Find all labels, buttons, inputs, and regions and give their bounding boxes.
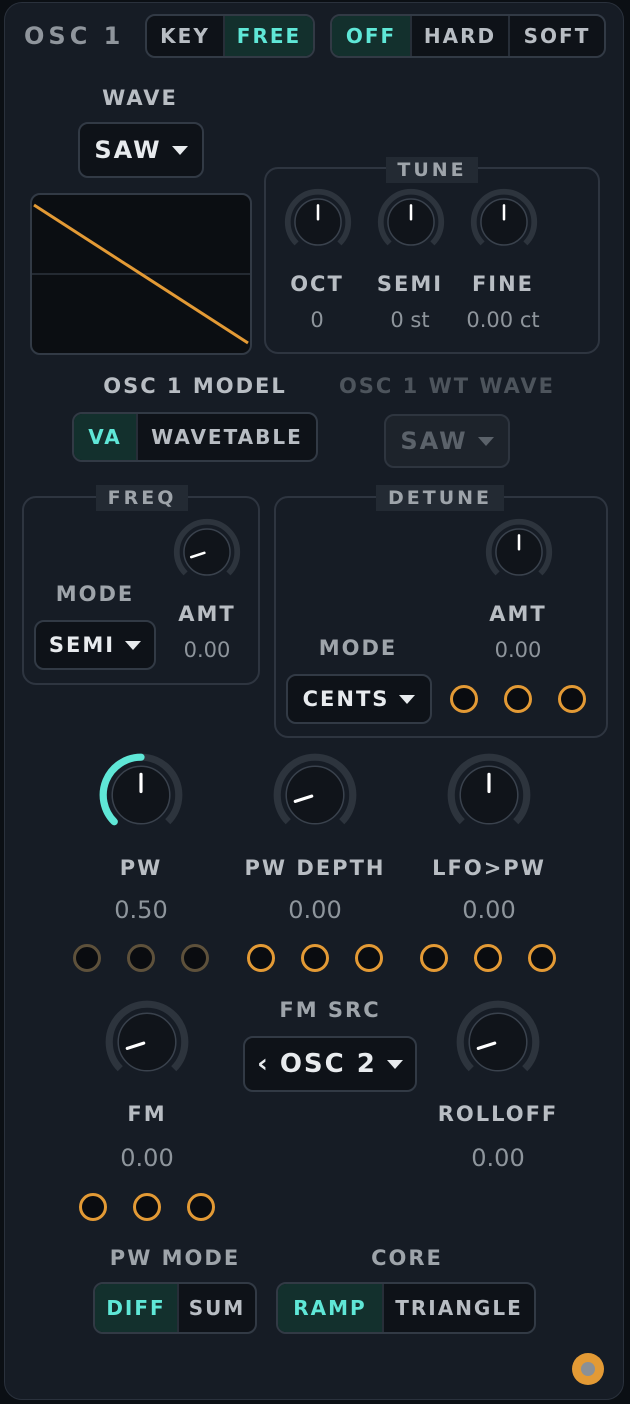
sync-off[interactable]: OFF [332,16,410,56]
chevron-down-icon [477,436,494,446]
pw-mode-label: PW MODE [109,1246,241,1270]
tune-title: TUNE [386,157,478,183]
key-mode-toggle: KEY FREE [145,14,315,58]
detune-amt-value: 0.00 [494,638,542,662]
pw-mode-toggle: DIFF SUM [93,1282,257,1334]
core-label: CORE [371,1246,443,1270]
osc-title: OSC 1 [24,22,125,50]
pw-depth-label: PW DEPTH [244,856,386,880]
sync-toggle: OFF HARD SOFT [330,14,606,58]
saw-waveform-graphic [32,203,250,345]
detune-mode-label: MODE [318,636,398,660]
pw-mod-port-1[interactable] [73,944,101,972]
freq-mode-value: SEMI [48,633,116,657]
model-label: OSC 1 MODEL [103,374,287,398]
chevron-down-icon [171,145,188,155]
core-toggle: RAMP TRIANGLE [276,1282,536,1334]
key-mode-free[interactable]: FREE [223,16,313,56]
lfo-pw-label: LFO>PW [432,856,546,880]
freq-amt-knob[interactable] [171,516,243,588]
freq-title: FREQ [96,485,188,511]
fm-mod-port-2[interactable] [133,1193,161,1221]
oct-label: OCT [290,272,344,296]
detune-mod-port-2[interactable] [504,685,532,713]
pw-depth-knob[interactable] [270,750,360,840]
freq-mode-dropdown[interactable]: SEMI [34,620,156,670]
chevron-down-icon [399,694,416,704]
pw-mod-port-2[interactable] [127,944,155,972]
semi-knob[interactable] [375,186,447,258]
chevron-down-icon [386,1059,403,1069]
rolloff-label: ROLLOFF [437,1102,559,1126]
pw-mode-sum[interactable]: SUM [177,1284,255,1332]
fm-value: 0.00 [120,1144,174,1172]
fine-knob[interactable] [468,186,540,258]
lfo-pw-mod-port-1[interactable] [420,944,448,972]
pw-depth-mod-port-3[interactable] [355,944,383,972]
pw-value: 0.50 [114,896,168,924]
oct-value: 0 [310,308,324,332]
fm-mod-port-1[interactable] [79,1193,107,1221]
lfo-pw-knob[interactable] [444,750,534,840]
lfo-pw-mod-port-2[interactable] [474,944,502,972]
resize-handle-icon[interactable] [572,1353,604,1385]
rolloff-value: 0.00 [471,1144,525,1172]
pw-mod-port-3[interactable] [181,944,209,972]
wt-wave-dropdown[interactable]: SAW [384,414,510,468]
pw-depth-mod-port-2[interactable] [301,944,329,972]
pw-mode-diff[interactable]: DIFF [95,1284,177,1332]
core-ramp[interactable]: RAMP [278,1284,382,1332]
pw-depth-value: 0.00 [288,896,342,924]
pw-knob[interactable] [96,750,186,840]
fm-src-value: OSC 2 [279,1049,377,1079]
wave-label: WAVE [102,86,178,110]
detune-mode-value: CENTS [302,687,390,711]
oct-knob[interactable] [282,186,354,258]
detune-mode-dropdown[interactable]: CENTS [286,674,432,724]
detune-amt-knob[interactable] [483,516,555,588]
wave-dropdown-value: SAW [94,136,162,164]
core-triangle[interactable]: TRIANGLE [382,1284,534,1332]
pw-depth-mod-port-1[interactable] [247,944,275,972]
waveform-display [30,193,252,355]
model-va[interactable]: VA [74,414,136,460]
wt-wave-label: OSC 1 WT WAVE [338,374,556,398]
model-toggle: VA WAVETABLE [72,412,318,462]
sync-soft[interactable]: SOFT [508,16,604,56]
fm-mod-port-3[interactable] [187,1193,215,1221]
fm-label: FM [127,1102,167,1126]
detune-mod-port-3[interactable] [558,685,586,713]
fine-label: FINE [471,272,535,296]
model-wavetable[interactable]: WAVETABLE [136,414,316,460]
wave-dropdown[interactable]: SAW [78,122,204,178]
fine-value: 0.00 ct [466,308,540,332]
sync-hard[interactable]: HARD [410,16,508,56]
chevron-left-icon: ‹ [257,1049,270,1079]
freq-amt-label: AMT [178,602,236,626]
semi-label: SEMI [376,272,444,296]
fm-src-label: FM SRC [279,998,381,1022]
pw-label: PW [119,856,163,880]
freq-mode-label: MODE [55,582,135,606]
key-mode-key[interactable]: KEY [147,16,223,56]
fm-knob[interactable] [102,997,192,1087]
rolloff-knob[interactable] [453,997,543,1087]
lfo-pw-value: 0.00 [462,896,516,924]
detune-amt-label: AMT [489,602,547,626]
chevron-down-icon [125,640,142,650]
fm-src-dropdown[interactable]: ‹ OSC 2 [243,1036,417,1092]
detune-mod-port-1[interactable] [450,685,478,713]
semi-value: 0 st [390,308,430,332]
wt-wave-value: SAW [400,427,468,455]
freq-amt-value: 0.00 [183,638,231,662]
lfo-pw-mod-port-3[interactable] [528,944,556,972]
detune-title: DETUNE [376,485,504,511]
